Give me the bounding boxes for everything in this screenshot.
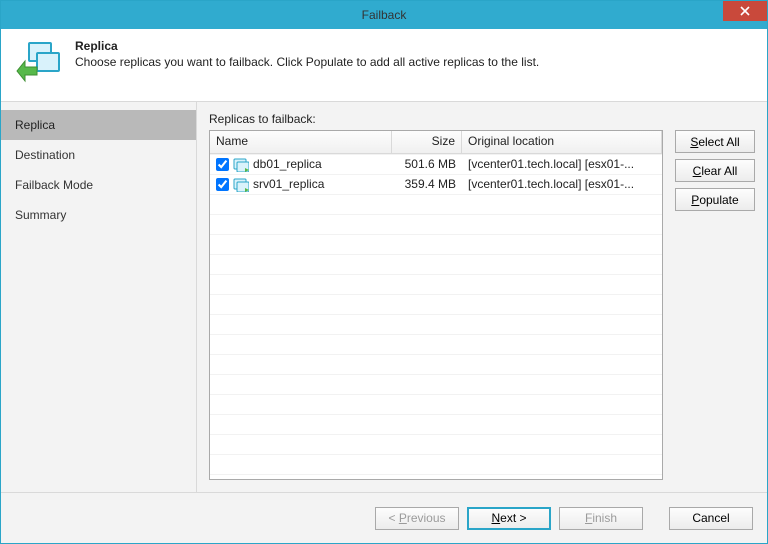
wizard-header: Replica Choose replicas you want to fail… — [1, 29, 767, 101]
wizard-header-text: Replica Choose replicas you want to fail… — [75, 39, 539, 69]
previous-button: < Previous — [375, 507, 459, 530]
col-header-name[interactable]: Name — [210, 131, 392, 153]
nav-item-destination[interactable]: Destination — [1, 140, 196, 170]
row-location: [vcenter01.tech.local] [esx01-... — [462, 157, 662, 171]
window-close-button[interactable] — [723, 1, 767, 21]
failback-window: Failback Replica Choose replicas you wan… — [0, 0, 768, 544]
wizard-footer: < Previous Next > Finish Cancel — [1, 492, 767, 543]
cancel-button[interactable]: Cancel — [669, 507, 753, 530]
main-row: Name Size Original location — [209, 130, 755, 480]
row-name: db01_replica — [253, 157, 322, 171]
close-icon — [740, 6, 750, 16]
next-button[interactable]: Next > — [467, 507, 551, 530]
populate-button[interactable]: Populate — [675, 188, 755, 211]
wizard-nav: Replica Destination Failback Mode Summar… — [1, 102, 197, 492]
row-size: 501.6 MB — [392, 157, 462, 171]
wizard-main: Replicas to failback: Name Size Original… — [197, 102, 767, 492]
table-row[interactable]: srv01_replica 359.4 MB [vcenter01.tech.l… — [210, 174, 662, 194]
grid-body: db01_replica 501.6 MB [vcenter01.tech.lo… — [210, 154, 662, 479]
side-buttons: Select All Clear All Populate — [675, 130, 755, 480]
nav-item-replica[interactable]: Replica — [1, 110, 196, 140]
row-checkbox[interactable] — [216, 178, 229, 191]
wizard-body: Replica Destination Failback Mode Summar… — [1, 101, 767, 492]
grid-header: Name Size Original location — [210, 131, 662, 154]
replica-failback-icon — [15, 39, 63, 87]
nav-item-failback-mode[interactable]: Failback Mode — [1, 170, 196, 200]
select-all-button[interactable]: Select All — [675, 130, 755, 153]
wizard-header-icon — [15, 39, 63, 87]
wizard-header-desc: Choose replicas you want to failback. Cl… — [75, 55, 539, 69]
replicas-grid[interactable]: Name Size Original location — [209, 130, 663, 480]
window-title: Failback — [1, 8, 767, 22]
finish-button: Finish — [559, 507, 643, 530]
nav-item-summary[interactable]: Summary — [1, 200, 196, 230]
row-name: srv01_replica — [253, 177, 324, 191]
titlebar: Failback — [1, 1, 767, 29]
col-header-size[interactable]: Size — [392, 131, 462, 153]
row-checkbox[interactable] — [216, 158, 229, 171]
row-location: [vcenter01.tech.local] [esx01-... — [462, 177, 662, 191]
row-size: 359.4 MB — [392, 177, 462, 191]
col-header-location[interactable]: Original location — [462, 131, 662, 153]
vm-icon — [233, 156, 249, 172]
wizard-header-title: Replica — [75, 39, 539, 53]
table-row[interactable]: db01_replica 501.6 MB [vcenter01.tech.lo… — [210, 154, 662, 174]
replicas-label: Replicas to failback: — [209, 112, 755, 126]
vm-icon — [233, 176, 249, 192]
clear-all-button[interactable]: Clear All — [675, 159, 755, 182]
